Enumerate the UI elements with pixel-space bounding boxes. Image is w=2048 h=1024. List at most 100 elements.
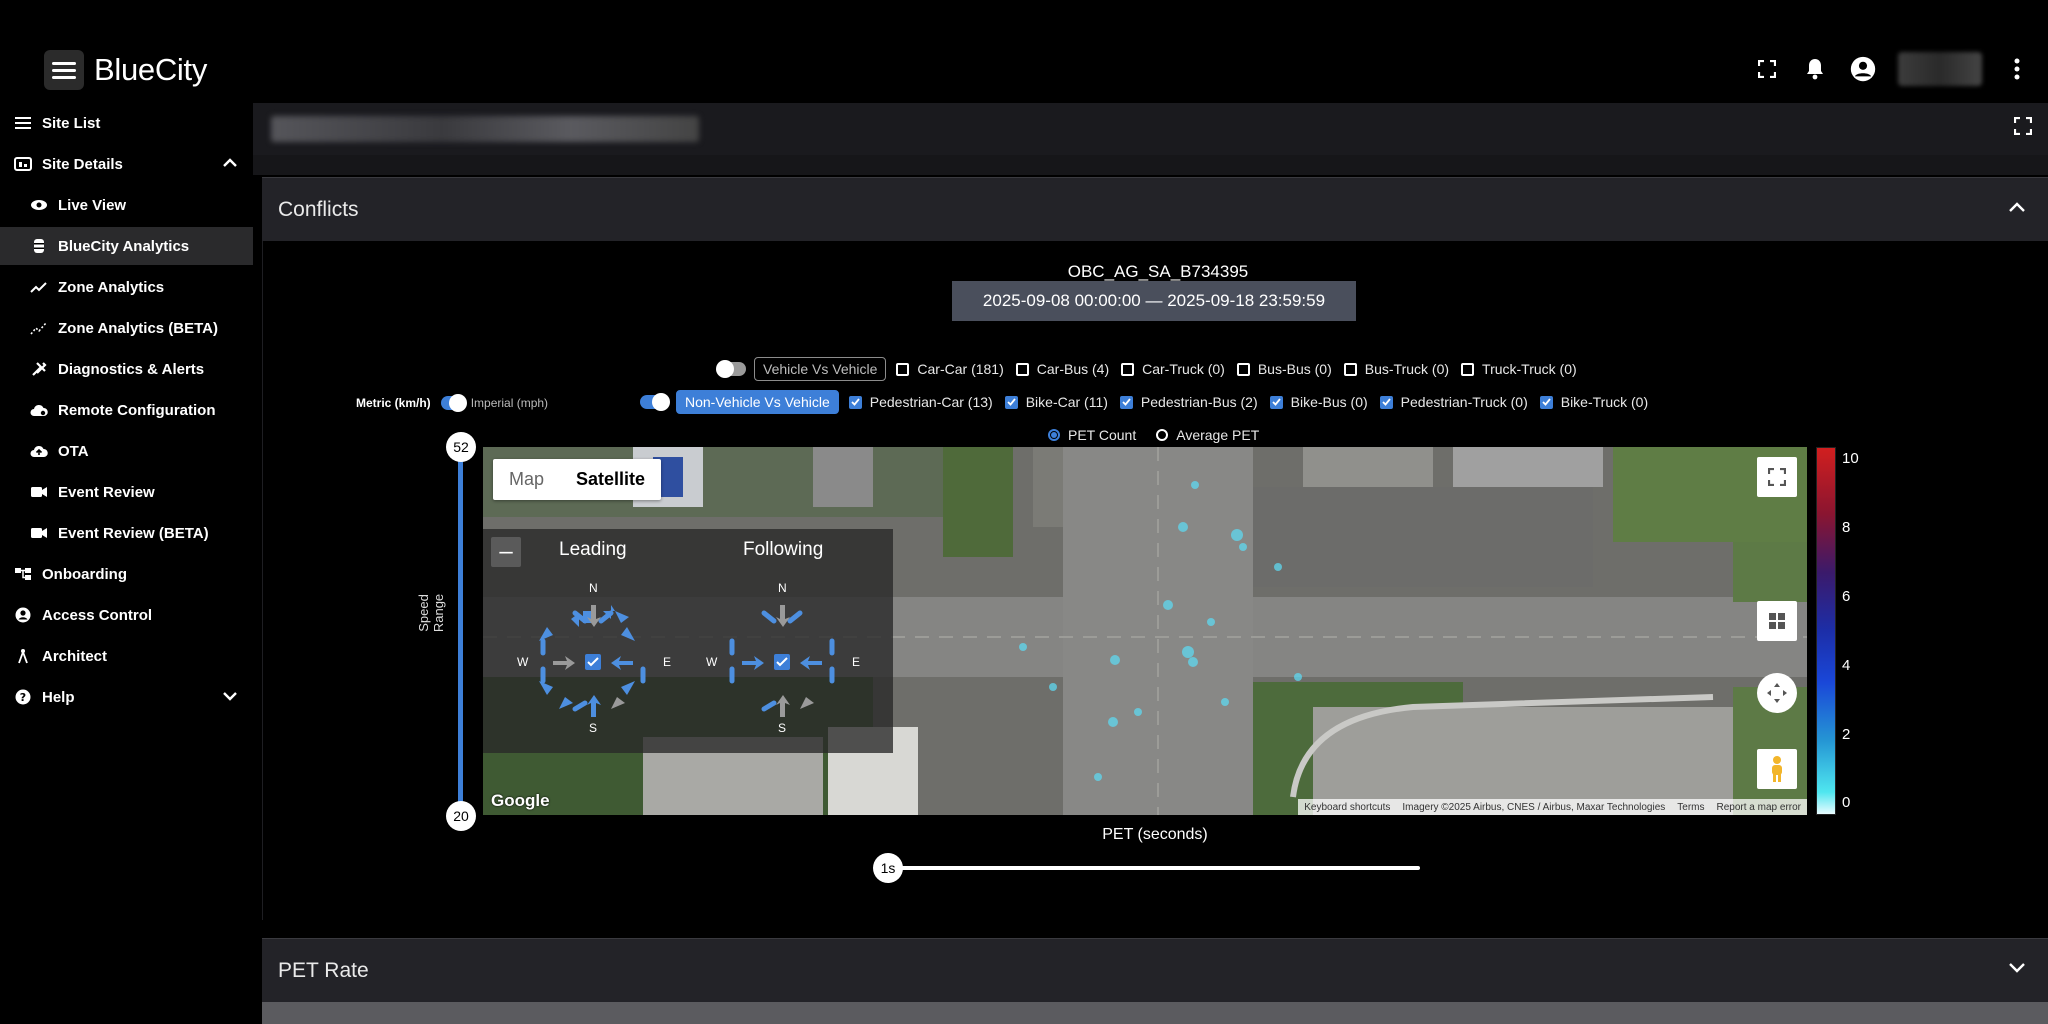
chevron-up-icon[interactable]	[2008, 200, 2026, 218]
pet-slider-label: PET (seconds)	[1102, 826, 1208, 843]
vehicle-filter-row: Vehicle Vs Vehicle Car-Car (181) Car-Bus…	[716, 357, 1589, 381]
sidebar-item-label: Help	[42, 688, 75, 706]
filter-option-label: Bike-Truck (0)	[1560, 394, 1649, 410]
video-icon	[30, 483, 48, 501]
speed-max-handle[interactable]: 52	[446, 432, 476, 462]
sidebar-item-site-details[interactable]: Site Details	[0, 145, 253, 183]
filter-option-label: Bus-Truck (0)	[1364, 361, 1450, 377]
map-camera-control-icon[interactable]	[1757, 673, 1797, 713]
map-attribution: Keyboard shortcuts Imagery ©2025 Airbus,…	[1298, 799, 1807, 815]
tools-icon	[30, 360, 48, 378]
fullscreen-icon[interactable]	[2013, 116, 2033, 140]
site-title-redacted	[271, 116, 699, 142]
help-icon: ?	[14, 688, 32, 706]
sidebar-item-live-view[interactable]: Live View	[0, 186, 253, 224]
checkbox[interactable]	[1379, 395, 1393, 409]
sidebar-item-label: Architect	[42, 647, 108, 665]
checkbox[interactable]	[1461, 362, 1475, 376]
site-id: OBC_AG_SA_B734395	[1067, 262, 1249, 281]
checkbox[interactable]	[1343, 362, 1357, 376]
sidebar-item-event-review-beta[interactable]: Event Review (BETA)	[0, 514, 253, 552]
checkbox[interactable]	[1119, 395, 1133, 409]
sidebar-item-architect[interactable]: Architect	[0, 637, 253, 675]
keyboard-shortcuts-link[interactable]: Keyboard shortcuts	[1304, 802, 1390, 813]
site-title-bar	[253, 103, 2048, 155]
sidebar-item-bluecity-analytics[interactable]: BlueCity Analytics	[0, 227, 253, 265]
account-avatar-icon[interactable]	[1850, 56, 1876, 82]
sidebar-item-zone-analytics-beta[interactable]: Zone Analytics (BETA)	[0, 309, 253, 347]
chevron-down-icon[interactable]	[2008, 961, 2026, 979]
sidebar-item-ota[interactable]: OTA	[0, 432, 253, 470]
sidebar-item-onboarding[interactable]: Onboarding	[0, 555, 253, 593]
filter-option-label: Car-Bus (4)	[1036, 361, 1110, 377]
pet-rate-panel-header[interactable]: PET Rate	[262, 938, 2048, 1002]
map-fullscreen-button[interactable]	[1757, 457, 1797, 497]
pet-slider-handle[interactable]: 1s	[873, 853, 903, 883]
scatter-icon	[30, 319, 48, 337]
checkbox[interactable]	[1015, 362, 1029, 376]
top-bar: BlueCity	[0, 0, 2048, 103]
filter-option-label: Pedestrian-Car (13)	[869, 394, 993, 410]
street-view-pegman-icon[interactable]	[1757, 749, 1797, 789]
sidebar-item-site-list[interactable]: Site List	[0, 104, 253, 142]
cloud-upload-icon	[30, 442, 48, 460]
fullscreen-icon[interactable]	[1754, 56, 1780, 82]
metric-unit-label: Metric (km/h)	[356, 396, 431, 410]
account-icon	[14, 606, 32, 624]
report-error-link[interactable]: Report a map error	[1717, 802, 1801, 813]
date-range-display[interactable]: 2025-09-08 00:00:00 — 2025-09-18 23:59:5…	[952, 281, 1356, 321]
conflicts-panel-header[interactable]: Conflicts	[262, 177, 2048, 241]
units-toggle[interactable]	[440, 394, 467, 412]
google-logo: Google	[491, 791, 550, 810]
user-name-redacted[interactable]	[1898, 52, 1982, 86]
pet-count-radio[interactable]	[1048, 429, 1060, 441]
color-scale-tick: 2	[1842, 726, 1851, 743]
sidebar-item-label: BlueCity Analytics	[58, 237, 190, 255]
sidebar-item-access-control[interactable]: Access Control	[0, 596, 253, 634]
checkbox[interactable]	[1539, 395, 1553, 409]
sidebar: Site List Site Details Live View BlueCit…	[0, 103, 253, 1024]
notification-bell-icon[interactable]	[1802, 56, 1828, 82]
vehicle-group-toggle[interactable]	[716, 360, 746, 378]
sidebar-item-event-review[interactable]: Event Review	[0, 473, 253, 511]
chevron-up-icon[interactable]	[223, 155, 237, 172]
filter-option-label: Bike-Car (11)	[1025, 394, 1108, 410]
filter-option-label: Bike-Bus (0)	[1290, 394, 1368, 410]
pet-slider-track[interactable]	[888, 866, 1420, 870]
map-layers-icon[interactable]	[1757, 601, 1797, 641]
checkbox[interactable]	[1004, 395, 1018, 409]
sidebar-item-label: Site List	[42, 114, 101, 132]
average-pet-radio[interactable]	[1156, 429, 1169, 441]
sidebar-item-diagnostics-alerts[interactable]: Diagnostics & Alerts	[0, 350, 253, 388]
sidebar-item-label: Event Review	[58, 483, 155, 501]
sidebar-item-help[interactable]: ? Help	[0, 678, 253, 716]
trend-icon	[30, 278, 48, 296]
checkbox[interactable]	[896, 362, 910, 376]
speed-min-handle[interactable]: 20	[446, 801, 476, 831]
terms-link[interactable]: Terms	[1677, 802, 1704, 813]
logo[interactable]: BlueCity	[44, 50, 207, 90]
sidebar-item-label: Remote Configuration	[58, 401, 216, 419]
cloud-settings-icon	[30, 401, 48, 419]
chevron-down-icon[interactable]	[223, 688, 237, 705]
color-scale-tick: 0	[1842, 794, 1851, 811]
satellite-map[interactable]: Map Satellite – Leading Following N S W …	[483, 447, 1807, 815]
sidebar-item-zone-analytics[interactable]: Zone Analytics	[0, 268, 253, 306]
database-icon	[30, 237, 48, 255]
sidebar-item-label: Access Control	[42, 606, 153, 624]
checkbox[interactable]	[1269, 395, 1283, 409]
imagery-credit: Imagery ©2025 Airbus, CNES / Airbus, Max…	[1402, 801, 1666, 813]
units-toggle-row: Metric (km/h) Imperial (mph)	[356, 394, 548, 412]
panel-title: Conflicts	[278, 198, 359, 221]
more-vertical-icon[interactable]	[2004, 56, 2030, 82]
next-panel-edge	[262, 1002, 2048, 1024]
checkbox[interactable]	[1121, 362, 1135, 376]
vehicle-group-chip[interactable]: Vehicle Vs Vehicle	[754, 357, 887, 381]
checkbox[interactable]	[1236, 362, 1250, 376]
speed-range-track[interactable]	[458, 447, 463, 815]
color-scale-tick: 6	[1842, 588, 1851, 605]
sidebar-item-remote-configuration[interactable]: Remote Configuration	[0, 391, 253, 429]
nonvehicle-group-toggle[interactable]	[640, 393, 670, 411]
checkbox[interactable]	[848, 395, 862, 409]
nonvehicle-group-chip[interactable]: Non-Vehicle Vs Vehicle	[676, 390, 839, 414]
